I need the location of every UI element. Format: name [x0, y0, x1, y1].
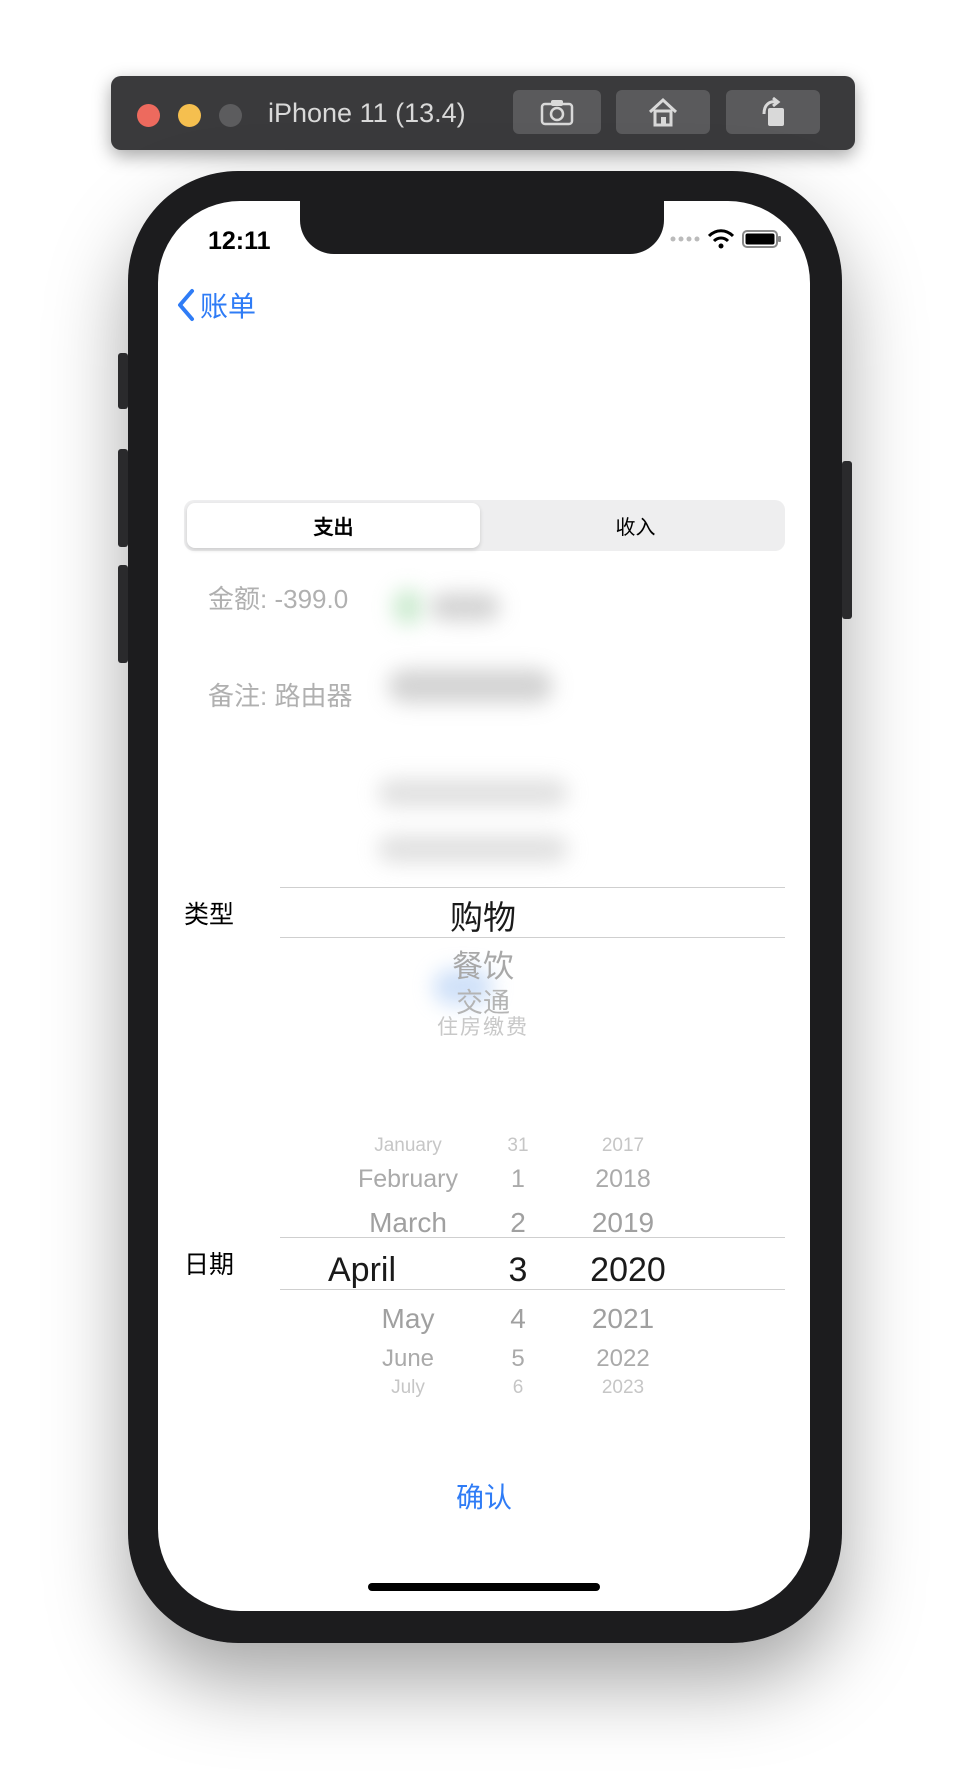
- blurred-icon: [393, 589, 423, 625]
- home-icon: [648, 97, 678, 127]
- home-button[interactable]: [616, 90, 710, 134]
- type-picker[interactable]: 购物 餐饮 交通 住房缴费: [398, 881, 568, 1039]
- type-segmented-control: 支出 收入: [184, 500, 785, 551]
- simulator-title: iPhone 11 (13.4): [268, 98, 466, 128]
- blurred-text: [378, 835, 568, 863]
- picker-option: 5: [511, 1345, 525, 1372]
- picker-option: 4: [510, 1303, 526, 1334]
- home-indicator[interactable]: [368, 1583, 600, 1591]
- zoom-window-button[interactable]: [219, 104, 242, 127]
- status-icons: [670, 229, 782, 249]
- cellular-signal-icon: [670, 236, 700, 242]
- status-time: 12:11: [208, 227, 271, 255]
- segment-expense[interactable]: 支出: [187, 503, 480, 548]
- minimize-window-button[interactable]: [178, 104, 201, 127]
- picker-option: 2018: [595, 1165, 651, 1193]
- date-label: 日期: [184, 1251, 235, 1279]
- amount-label: 金额: -399.0: [208, 584, 349, 614]
- silent-switch: [118, 353, 128, 409]
- picker-selected: 购物: [450, 899, 516, 936]
- back-button[interactable]: 账单: [176, 285, 256, 325]
- picker-option: 住房缴费: [437, 1016, 529, 1039]
- volume-up-button: [118, 449, 128, 547]
- chevron-left-icon: [178, 289, 194, 321]
- back-label: 账单: [200, 291, 257, 322]
- screenshot-button[interactable]: [513, 90, 601, 134]
- year-picker[interactable]: 2017 2018 2019 2020 2021 2022 2023: [563, 1131, 683, 1411]
- note-label: 备注: 路由器: [208, 681, 353, 711]
- picker-option: 1: [511, 1165, 525, 1193]
- simulator-toolbar: iPhone 11 (13.4): [111, 76, 855, 150]
- day-picker[interactable]: 31 1 2 3 4 5 6: [478, 1131, 558, 1411]
- picker-option: 餐饮: [452, 949, 514, 984]
- confirm-button[interactable]: 确认: [158, 1476, 810, 1516]
- rotate-button[interactable]: [726, 90, 820, 134]
- volume-down-button: [118, 565, 128, 663]
- close-window-button[interactable]: [137, 104, 160, 127]
- segment-income[interactable]: 收入: [489, 503, 782, 548]
- picker-selected: 3: [508, 1251, 528, 1289]
- battery-icon: [742, 230, 781, 248]
- picker-option: 6: [512, 1377, 524, 1398]
- picker-option: 2019: [591, 1207, 655, 1238]
- picker-selected: 2020: [590, 1251, 666, 1289]
- phone-screen: 12:11 账单 支出 收入 金额: -399.0 备注: 路由器 类型 购物 …: [158, 201, 810, 1611]
- picker-option: 2023: [601, 1377, 645, 1398]
- blurred-text: [378, 779, 568, 807]
- rotate-icon: [762, 96, 784, 126]
- power-button: [842, 461, 852, 619]
- wifi-icon: [708, 229, 734, 249]
- picker-option: 2021: [591, 1303, 655, 1334]
- notch: [300, 201, 664, 254]
- picker-option: 31: [507, 1135, 529, 1156]
- blurred-text: [430, 593, 500, 621]
- picker-option: 2017: [601, 1135, 645, 1156]
- screenshot-icon: [540, 100, 574, 126]
- picker-option: 2: [510, 1207, 526, 1238]
- picker-option: 2022: [596, 1345, 650, 1372]
- type-label: 类型: [184, 901, 235, 929]
- blurred-text: [388, 669, 553, 703]
